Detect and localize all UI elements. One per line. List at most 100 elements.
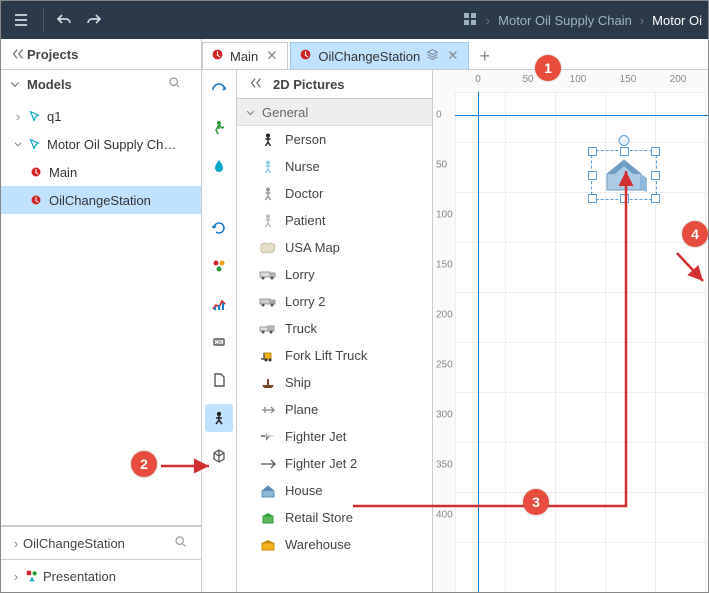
tab-oilchangestation[interactable]: OilChangeStation ✕ bbox=[290, 42, 469, 69]
properties-panel-title: OilChangeStation bbox=[23, 536, 125, 551]
picture-label: Person bbox=[285, 132, 326, 147]
projects-sidebar: Projects Models › q1 Motor Oil Suppl bbox=[1, 39, 202, 592]
picture-item-person[interactable]: Person bbox=[237, 126, 432, 153]
usamap-icon bbox=[259, 242, 277, 254]
ship-icon bbox=[259, 377, 277, 389]
chevron-down-icon[interactable] bbox=[11, 139, 25, 149]
svg-text:OK: OK bbox=[215, 340, 223, 346]
person-icon bbox=[259, 133, 277, 147]
picture-item-warehouse[interactable]: Warehouse bbox=[237, 531, 432, 558]
chevron-right-icon[interactable]: › bbox=[9, 536, 23, 551]
palette-document-icon[interactable] bbox=[205, 366, 233, 394]
search-properties-icon[interactable] bbox=[168, 534, 193, 552]
model-icon bbox=[25, 109, 43, 123]
patient-icon bbox=[259, 214, 277, 228]
callout-badge-4: 4 bbox=[682, 221, 708, 247]
presentation-panel-header[interactable]: › Presentation bbox=[1, 559, 201, 592]
breadcrumb-current[interactable]: Motor Oi bbox=[652, 13, 702, 28]
retail-icon bbox=[259, 511, 277, 525]
pictures-panel-title: 2D Pictures bbox=[273, 77, 345, 92]
chevron-down-icon[interactable] bbox=[9, 78, 21, 90]
callout-badge-2: 2 bbox=[131, 451, 157, 477]
tree-item-oilchangestation[interactable]: OilChangeStation bbox=[1, 186, 201, 214]
breadcrumb-project[interactable]: Motor Oil Supply Chain bbox=[498, 13, 632, 28]
picture-label: Fighter Jet 2 bbox=[285, 456, 357, 471]
collapse-pictures-icon[interactable] bbox=[243, 75, 269, 94]
close-tab-icon[interactable]: ✕ bbox=[445, 48, 460, 64]
models-section-title: Models bbox=[27, 77, 72, 92]
tree-item-project[interactable]: Motor Oil Supply Ch… bbox=[1, 130, 201, 158]
agent-icon bbox=[27, 194, 45, 206]
resize-handle-nw[interactable] bbox=[588, 147, 597, 156]
tree-item-main[interactable]: Main bbox=[1, 158, 201, 186]
truck-icon bbox=[259, 324, 277, 334]
fighter2-icon bbox=[259, 458, 277, 470]
callout-arrow-2 bbox=[159, 456, 219, 476]
picture-label: Lorry 2 bbox=[285, 294, 325, 309]
model-icon bbox=[25, 137, 43, 151]
callout-arrow-4 bbox=[673, 249, 709, 289]
picture-label: USA Map bbox=[285, 240, 340, 255]
picture-label: Warehouse bbox=[285, 537, 351, 552]
tree-label: OilChangeStation bbox=[49, 193, 151, 208]
tree-label: Motor Oil Supply Ch… bbox=[47, 137, 176, 152]
group-label: General bbox=[262, 105, 308, 120]
add-tab-button[interactable]: + bbox=[471, 43, 498, 69]
house-icon bbox=[259, 484, 277, 498]
menu-button[interactable] bbox=[7, 6, 35, 34]
resize-handle-e[interactable] bbox=[651, 171, 660, 180]
palette-strip: OK bbox=[202, 70, 237, 592]
plane-icon bbox=[259, 404, 277, 416]
layers-icon[interactable] bbox=[426, 48, 439, 64]
close-tab-icon[interactable]: ✕ bbox=[264, 48, 279, 64]
palette-controls-icon[interactable]: OK bbox=[205, 328, 233, 356]
search-models-icon[interactable] bbox=[162, 75, 193, 93]
agent-icon bbox=[211, 48, 224, 64]
picture-label: Truck bbox=[285, 321, 317, 336]
editor-tabs: Main ✕ OilChangeStation ✕ + bbox=[202, 39, 708, 70]
picture-label: Doctor bbox=[285, 186, 323, 201]
undo-button[interactable] bbox=[50, 6, 78, 34]
resize-handle-se[interactable] bbox=[651, 194, 660, 203]
chevron-down-icon[interactable] bbox=[245, 107, 256, 118]
picture-label: Retail Store bbox=[285, 510, 353, 525]
palette-presentation-icon[interactable] bbox=[205, 404, 233, 432]
forklift-icon bbox=[259, 350, 277, 362]
palette-fluid-icon[interactable] bbox=[205, 152, 233, 180]
redo-button[interactable] bbox=[80, 6, 108, 34]
presentation-icon bbox=[23, 569, 41, 583]
top-toolbar: › Motor Oil Supply Chain › Motor Oi bbox=[1, 1, 708, 39]
palette-process-icon[interactable] bbox=[205, 76, 233, 104]
collapse-projects-icon[interactable] bbox=[9, 45, 27, 63]
resize-handle-ne[interactable] bbox=[651, 147, 660, 156]
chevron-right-icon[interactable]: › bbox=[11, 109, 25, 124]
lorry2-icon bbox=[259, 297, 277, 307]
rotate-handle[interactable] bbox=[619, 135, 630, 146]
resize-handle-n[interactable] bbox=[620, 147, 629, 156]
grid-apps-icon[interactable] bbox=[462, 11, 478, 30]
picture-label: Fighter Jet bbox=[285, 429, 346, 444]
chevron-right-icon[interactable]: › bbox=[9, 569, 23, 584]
agent-icon bbox=[27, 166, 45, 178]
presentation-panel-title: Presentation bbox=[43, 569, 116, 584]
palette-statechart-icon[interactable] bbox=[205, 252, 233, 280]
callout-badge-3: 3 bbox=[523, 489, 549, 515]
tab-main[interactable]: Main ✕ bbox=[202, 42, 288, 69]
palette-refresh-icon[interactable] bbox=[205, 214, 233, 242]
lorry-icon bbox=[259, 270, 277, 280]
ruler-horizontal: 0 50 100 150 200 bbox=[433, 70, 708, 93]
properties-panel-header[interactable]: › OilChangeStation bbox=[1, 526, 201, 559]
callout-arrow-3 bbox=[351, 161, 651, 521]
tab-label: OilChangeStation bbox=[318, 49, 420, 64]
picture-label: Patient bbox=[285, 213, 325, 228]
tree-label: Main bbox=[49, 165, 77, 180]
warehouse-icon bbox=[259, 539, 277, 551]
origin-line-h bbox=[455, 115, 708, 116]
callout-badge-1: 1 bbox=[535, 55, 561, 81]
picture-group-general[interactable]: General bbox=[237, 99, 432, 126]
palette-pedestrian-icon[interactable] bbox=[205, 114, 233, 142]
palette-analysis-icon[interactable] bbox=[205, 290, 233, 318]
tree-item-q1[interactable]: › q1 bbox=[1, 102, 201, 130]
picture-label: Lorry bbox=[285, 267, 315, 282]
picture-label: Plane bbox=[285, 402, 318, 417]
